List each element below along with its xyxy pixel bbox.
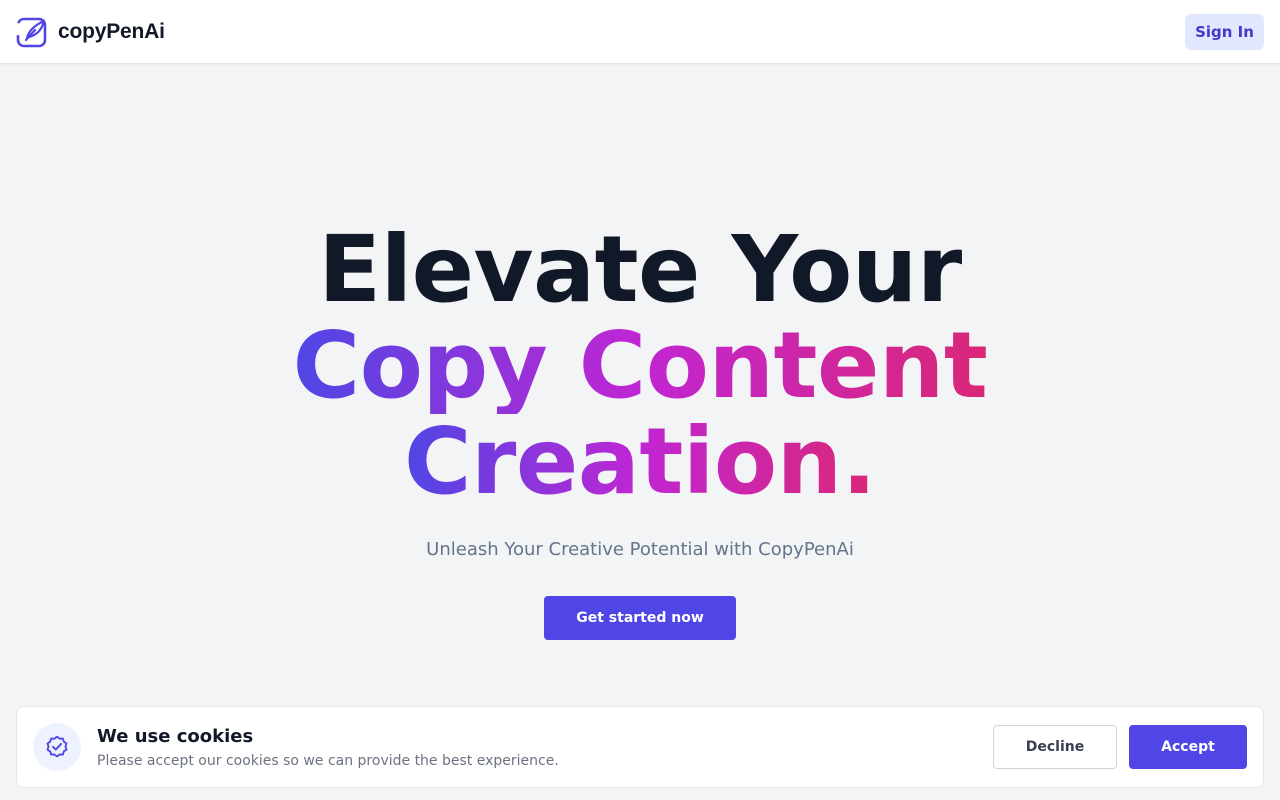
hero-section: Elevate Your Copy Content Creation. Unle… <box>0 64 1280 684</box>
hero-title: Elevate Your Copy Content Creation. <box>0 222 1280 510</box>
get-started-button[interactable]: Get started now <box>544 596 736 640</box>
quill-pen-icon <box>16 17 47 47</box>
top-navbar: copyPenAi Sign In <box>0 0 1280 64</box>
hero-title-line2: Copy Content <box>292 312 988 419</box>
hero-title-line3: Creation. <box>403 408 877 515</box>
cookie-icon-container <box>33 723 81 771</box>
cookie-banner: We use cookies Please accept our cookies… <box>16 706 1264 788</box>
sign-in-button[interactable]: Sign In <box>1185 14 1264 50</box>
accept-cookies-button[interactable]: Accept <box>1129 725 1247 769</box>
badge-check-icon <box>46 735 68 758</box>
cookie-title: We use cookies <box>97 726 254 747</box>
brand-logo-link[interactable]: copyPenAi <box>16 15 165 49</box>
hero-title-line1: Elevate Your <box>318 216 962 323</box>
cookie-description: Please accept our cookies so we can prov… <box>97 753 559 769</box>
brand-name: copyPenAi <box>58 20 165 43</box>
hero-subtitle: Unleash Your Creative Potential with Cop… <box>426 539 854 560</box>
decline-cookies-button[interactable]: Decline <box>993 725 1117 769</box>
